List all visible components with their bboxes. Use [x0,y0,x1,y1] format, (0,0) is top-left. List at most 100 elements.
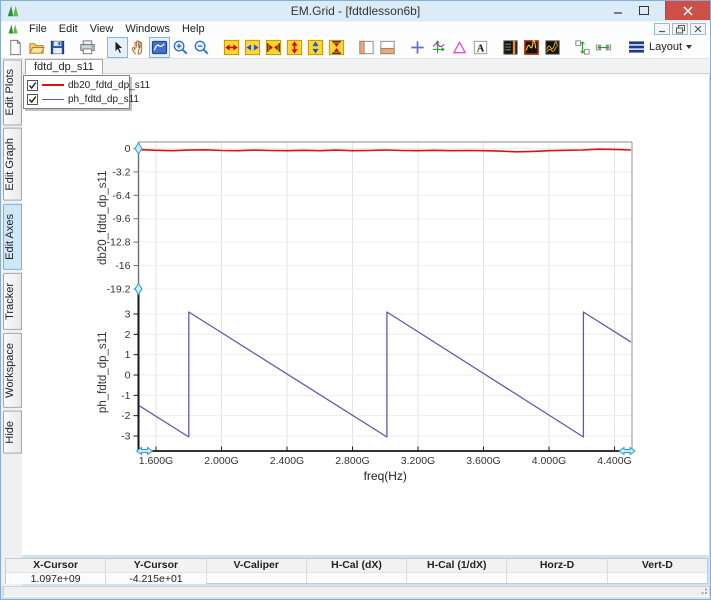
mdi-minimize-button[interactable] [654,23,670,35]
toolbar-button-axes-tracker[interactable] [428,37,449,58]
svg-text:4.400G: 4.400G [597,455,631,467]
toolbar-button-expand-y-blue[interactable] [305,37,326,58]
fit-x-icon [265,39,282,55]
svg-text:-6.4: -6.4 [112,190,130,202]
print-icon [80,39,95,54]
toolbar-button-new-file[interactable] [5,37,26,58]
save-file-icon [50,40,65,54]
svg-text:-9.6: -9.6 [112,213,130,225]
toolbar-button-space-horizontal[interactable] [593,37,614,58]
sidebar-tab-tracker[interactable]: Tracker [3,272,22,330]
maximize-icon [639,6,649,15]
panel-left-icon [359,40,374,54]
menu-help[interactable]: Help [176,23,211,35]
status-col-h-cal-dx-: H-Cal (dX) [305,559,407,583]
menu-edit[interactable]: Edit [53,23,84,35]
status-value [507,572,607,583]
status-header: H-Cal (dX) [306,559,407,572]
layout-dropdown-button[interactable]: Layout [623,38,697,56]
toolbar-button-plot-thumb-red[interactable] [521,37,542,58]
svg-text:2.400G: 2.400G [270,455,304,467]
axis-handle-icon[interactable] [134,142,143,155]
fit-y-icon [328,39,345,55]
document-logo-icon [7,23,19,35]
plot-panel: 0 -3.2 -6.4 -9.6 -12.8 -16 -19.2 3 2 1 0 -1 -2 -3 1.60… [22,74,710,555]
sidebar-tab-workspace[interactable]: Workspace [3,332,22,408]
titlebar: EM.Grid - [fdtdlesson6b] [1,1,710,21]
toolbar-button-plot-thumb-waves[interactable] [542,37,563,58]
checked-checkbox[interactable] [27,79,38,91]
toolbar-button-plot-mode[interactable] [149,36,170,58]
toolbar-button-pan-hand[interactable] [128,37,149,58]
maximize-button[interactable] [631,1,657,20]
status-value [306,572,407,583]
sidebar-tab-edit-axes[interactable]: Edit Axes [3,204,22,270]
toolbar-button-save-file[interactable] [47,37,68,58]
minimize-button[interactable] [605,1,631,20]
svg-text:0: 0 [125,143,131,155]
toolbar-button-fit-y[interactable] [326,37,347,58]
dropdown-caret-icon [686,45,693,49]
svg-text:-1: -1 [121,390,130,402]
toolbar-button-space-vertical[interactable] [572,37,593,58]
axis-handle-icon[interactable] [134,282,143,296]
legend-line-sample [42,84,64,86]
plot-thumb-red-icon [524,38,539,55]
sidebar-tab-hide[interactable]: Hide [3,410,22,454]
expand-x-blue-icon [244,39,261,55]
status-value [206,572,306,583]
mdi-restore-icon [675,24,685,33]
layout-label: Layout [649,41,683,53]
chart-canvas[interactable]: 0 -3.2 -6.4 -9.6 -12.8 -16 -19.2 3 2 1 0 -1 -2 -3 1.60… [22,74,710,555]
toolbar-button-expand-x-red[interactable] [221,37,242,58]
sidebar-tab-edit-graph[interactable]: Edit Graph [3,128,22,202]
legend: db20_fdtd_dp_s11 ph_fdtd_dp_s11 [23,75,150,109]
toolbar-button-panel-bottom[interactable] [377,37,398,58]
text-annotation-icon: A [473,40,488,54]
zoom-out-icon [194,40,209,54]
mdi-restore-button[interactable] [672,23,688,35]
svg-text:2.000G: 2.000G [204,455,238,467]
x-axis-label: freq(Hz) [364,469,407,483]
mdi-close-button[interactable] [690,23,706,35]
close-icon [683,5,693,16]
expand-y-red-icon [286,39,303,55]
toolbar-button-zoom-in[interactable] [170,37,191,58]
menu-windows[interactable]: Windows [119,23,176,35]
new-file-icon [10,39,21,55]
svg-text:1.600G: 1.600G [139,455,173,467]
legend-label: db20_fdtd_dp_s11 [68,79,151,91]
status-value [407,572,507,583]
toolbar-button-delta-marker[interactable] [449,37,470,58]
zoom-in-icon [173,40,188,54]
toolbar-button-add-cursor[interactable] [407,37,428,58]
toolbar-button-plot-thumb-bar[interactable] [500,37,521,58]
sidebar: Edit Plots Edit Graph Edit Axes Tracker Work… [1,59,22,586]
toolbar-button-expand-y-red[interactable] [284,37,305,58]
resize-grip-icon[interactable] [698,585,708,595]
toolbar-button-open-file[interactable] [26,37,47,58]
svg-text:-19.2: -19.2 [107,283,131,295]
checked-checkbox[interactable] [27,93,38,105]
status-header: H-Cal (1/dX) [407,559,507,572]
close-button[interactable] [665,1,710,20]
svg-text:-12.8: -12.8 [107,237,131,249]
toolbar-button-zoom-out[interactable] [191,37,212,58]
svg-text:A: A [477,43,485,54]
status-header: Y-Cursor [106,559,206,572]
toolbar-button-select-cursor[interactable] [107,36,128,58]
toolbar-button-panel-left[interactable] [356,37,377,58]
toolbar-button-fit-x[interactable] [263,37,284,58]
svg-text:3.200G: 3.200G [401,455,435,467]
toolbar-button-expand-x-blue[interactable] [242,37,263,58]
svg-text:-3: -3 [121,430,130,442]
axes-tracker-icon [432,40,445,53]
tab-fdtd-dp-s11[interactable]: fdtd_dp_s11 [25,59,103,74]
toolbar-button-text-annotation[interactable]: A [470,37,491,58]
menu-file[interactable]: File [23,23,53,35]
toolbar-button-print[interactable] [77,37,98,58]
document-tabstrip: fdtd_dp_s11 [22,59,710,74]
menu-view[interactable]: View [84,23,120,35]
status-value: -4.215e+01 [106,572,206,585]
sidebar-tab-edit-plots[interactable]: Edit Plots [3,59,22,126]
